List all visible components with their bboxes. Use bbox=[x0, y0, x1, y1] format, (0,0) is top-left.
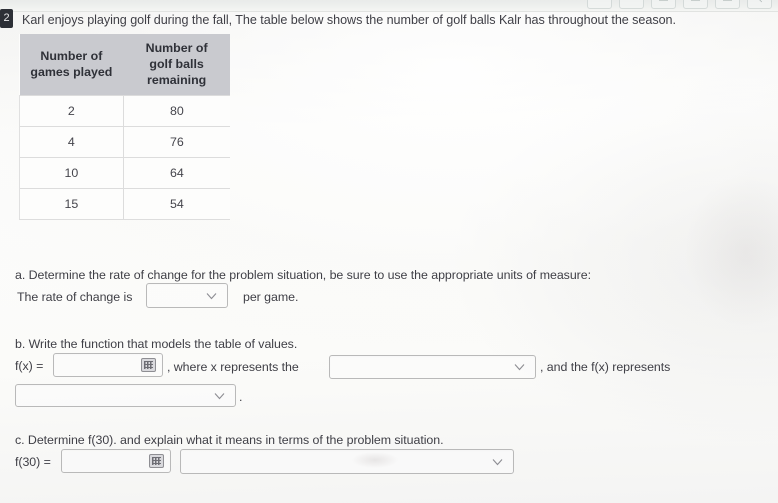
toolbar-button-4[interactable]: — bbox=[683, 0, 708, 9]
header-line-3: remaining bbox=[147, 73, 207, 87]
toolbar-icon-5: — bbox=[723, 0, 732, 5]
chevron-down-icon bbox=[514, 364, 525, 371]
x-represents-select[interactable] bbox=[329, 355, 536, 379]
part-b-mid-text: , where x represents the bbox=[167, 360, 299, 374]
header-line-2: games played bbox=[30, 65, 113, 79]
cell-games-played: 15 bbox=[19, 188, 124, 220]
part-b-after-text: , and the f(x) represents bbox=[540, 360, 671, 374]
chevron-down-icon bbox=[214, 392, 225, 399]
part-c-label: c. Determine f(30). and explain what it … bbox=[15, 433, 444, 447]
chevron-down-icon bbox=[492, 458, 503, 465]
f30-label: f(30) = bbox=[15, 455, 51, 469]
photo-artifact bbox=[686, 176, 778, 326]
chevron-down-icon bbox=[206, 292, 217, 299]
header-line-2: golf balls bbox=[149, 57, 204, 71]
cell-balls-remaining: 64 bbox=[123, 157, 230, 189]
toolbar-button-2[interactable] bbox=[619, 0, 644, 9]
toolbar-icon-3: — bbox=[659, 0, 668, 5]
f30-explanation-select[interactable] bbox=[180, 449, 514, 474]
table-header-balls-remaining: Number of golf balls remaining bbox=[123, 34, 230, 96]
toolbar-button-1[interactable] bbox=[587, 0, 612, 9]
cell-games-played: 10 bbox=[19, 157, 124, 189]
header-line-1: Number of bbox=[40, 49, 103, 63]
part-b-label: b. Write the function that models the ta… bbox=[15, 337, 298, 351]
f30-math-input[interactable] bbox=[61, 449, 171, 473]
table-row: 10 64 bbox=[19, 157, 230, 189]
toolbar-button-group: — — — ↖ bbox=[587, 0, 772, 9]
toolbar-button-5[interactable]: — bbox=[715, 0, 740, 9]
table-header-games-played: Number of games played bbox=[19, 34, 124, 96]
cell-games-played: 2 bbox=[19, 95, 124, 127]
cell-games-played: 4 bbox=[19, 126, 124, 158]
part-a-sentence-after: per game. bbox=[243, 290, 299, 304]
table-head: Number of games played Number of golf ba… bbox=[19, 34, 230, 96]
math-keyboard-icon[interactable] bbox=[141, 358, 156, 372]
table-body: 2 80 4 76 10 64 15 54 bbox=[19, 95, 230, 220]
fx-math-input[interactable] bbox=[53, 353, 163, 377]
fx-label: f(x) = bbox=[15, 359, 44, 373]
toolbar-icon-4: — bbox=[691, 0, 700, 5]
table-row: 15 54 bbox=[19, 188, 230, 220]
table-row: 4 76 bbox=[19, 126, 230, 158]
golf-balls-table: Number of games played Number of golf ba… bbox=[19, 34, 230, 220]
cursor-arrow-icon: ↖ bbox=[756, 0, 764, 5]
math-keyboard-icon[interactable] bbox=[149, 454, 164, 468]
rate-of-change-select[interactable] bbox=[146, 283, 228, 308]
window-toolbar: — — — ↖ bbox=[0, 0, 778, 12]
table-header-row: Number of games played Number of golf ba… bbox=[19, 34, 230, 96]
cell-balls-remaining: 80 bbox=[123, 95, 230, 127]
cell-balls-remaining: 76 bbox=[123, 126, 230, 158]
cell-balls-remaining: 54 bbox=[123, 188, 230, 220]
part-a-label: a. Determine the rate of change for the … bbox=[15, 268, 591, 282]
part-a-sentence-before: The rate of change is bbox=[17, 290, 133, 304]
question-prompt: Karl enjoys playing golf during the fall… bbox=[22, 13, 676, 27]
part-b-trailing-punct: . bbox=[239, 390, 243, 404]
toolbar-button-6[interactable]: ↖ bbox=[747, 0, 772, 9]
toolbar-button-3[interactable]: — bbox=[651, 0, 676, 9]
header-line-1: Number of bbox=[145, 41, 208, 55]
fx-represents-select[interactable] bbox=[15, 384, 236, 407]
question-number-badge: 2 bbox=[0, 9, 13, 28]
table-row: 2 80 bbox=[19, 95, 230, 127]
